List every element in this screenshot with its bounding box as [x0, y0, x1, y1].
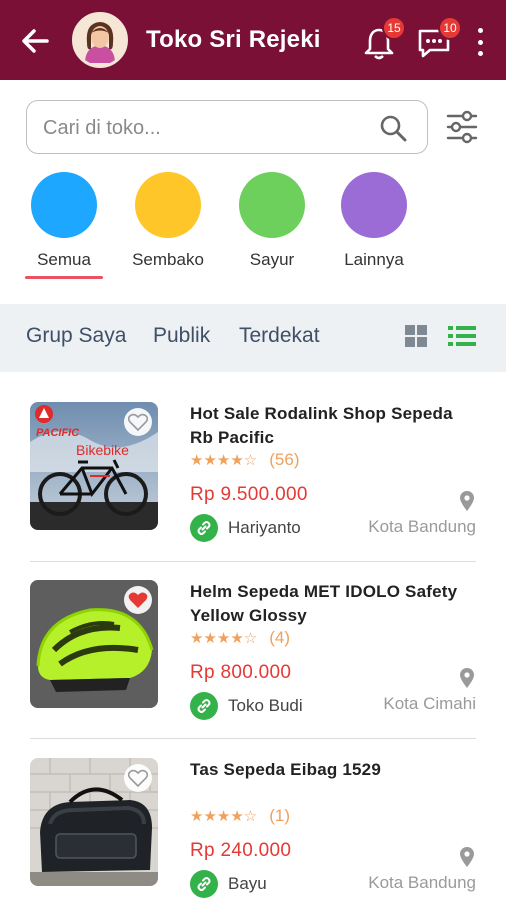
category-icon: [31, 172, 97, 238]
link-icon: [190, 514, 218, 542]
search-icon[interactable]: [379, 114, 407, 142]
category-label: Lainnya: [344, 250, 404, 269]
category-icon: [341, 172, 407, 238]
category-sembako[interactable]: Sembako: [118, 172, 218, 270]
review-count: (56): [269, 450, 300, 469]
filter-sliders-icon[interactable]: [446, 110, 478, 144]
category-semua[interactable]: Semua: [14, 172, 114, 279]
seller-name: Toko Budi: [228, 696, 303, 715]
messages-button[interactable]: 10: [416, 16, 462, 60]
woman-avatar-icon: [75, 15, 125, 65]
product-rating: ★★★★☆ (4): [190, 628, 290, 648]
more-options-button[interactable]: [470, 28, 490, 56]
list-view-icon[interactable]: [448, 324, 476, 348]
category-label: Semua: [37, 250, 91, 269]
product-image-bag[interactable]: [30, 758, 158, 886]
location-pin-icon: [460, 668, 474, 688]
notifications-button[interactable]: 15: [362, 16, 406, 60]
tab-terdekat[interactable]: Terdekat: [239, 324, 320, 348]
category-lainnya[interactable]: Lainnya: [324, 172, 424, 270]
review-count: (1): [269, 806, 291, 825]
category-sayur[interactable]: Sayur: [222, 172, 322, 270]
location-pin-icon: [460, 847, 474, 867]
review-count: (4): [269, 628, 291, 647]
filter-tabs-bar: Grup Saya Publik Terdekat: [0, 304, 506, 372]
product-image-helmet[interactable]: [30, 580, 158, 708]
avatar[interactable]: [72, 12, 128, 68]
category-icon: [135, 172, 201, 238]
favorite-button[interactable]: [124, 764, 152, 792]
seller-info[interactable]: Toko Budi: [190, 692, 303, 720]
grid-view-icon[interactable]: [404, 324, 428, 348]
divider: [30, 561, 476, 562]
product-card[interactable]: PACIFIC Bikebike Hot Sale Rodalink Shop …: [0, 402, 506, 578]
product-name[interactable]: Hot Sale Rodalink Shop Sepeda Rb Pacific: [190, 402, 480, 450]
seller-info[interactable]: Bayu: [190, 870, 267, 898]
product-name[interactable]: Helm Sepeda MET IDOLO Safety Yellow Glos…: [190, 580, 480, 628]
heart-filled-icon: [128, 592, 148, 608]
heart-outline-icon: [128, 413, 148, 431]
store-title: Toko Sri Rejeki: [146, 26, 321, 53]
product-location: Kota Bandung: [368, 517, 476, 536]
app-bar: Toko Sri Rejeki 15 10: [0, 0, 506, 80]
category-label: Sayur: [249, 250, 295, 269]
svg-text:PACIFIC: PACIFIC: [36, 427, 80, 439]
star-rating-icon: ★★★★☆: [190, 630, 258, 647]
product-card[interactable]: Tas Sepeda Eibag 1529 ★★★★☆ (1) Rp 240.00…: [0, 758, 506, 900]
product-price: Rp 9.500.000: [190, 484, 308, 505]
messages-badge: 10: [438, 16, 462, 40]
arrow-left-icon: [22, 29, 49, 53]
seller-name: Bayu: [228, 874, 267, 893]
product-card[interactable]: Helm Sepeda MET IDOLO Safety Yellow Glos…: [0, 580, 506, 756]
product-name[interactable]: Tas Sepeda Eibag 1529: [190, 758, 480, 782]
tab-publik[interactable]: Publik: [153, 324, 210, 348]
search-input[interactable]: [43, 113, 363, 143]
favorite-button[interactable]: [124, 408, 152, 436]
divider: [30, 738, 476, 739]
product-price: Rp 240.000: [190, 840, 292, 861]
image-watermark-text: Bikebike: [76, 442, 129, 458]
favorite-button[interactable]: [124, 586, 152, 614]
product-image-bicycle[interactable]: PACIFIC Bikebike: [30, 402, 158, 530]
notifications-badge: 15: [382, 16, 406, 40]
product-rating: ★★★★☆ (56): [190, 450, 299, 470]
seller-info[interactable]: Hariyanto: [190, 514, 301, 542]
back-button[interactable]: [18, 24, 52, 58]
star-rating-icon: ★★★★☆: [190, 452, 258, 469]
tab-grup-saya[interactable]: Grup Saya: [26, 324, 126, 348]
product-location: Kota Cimahi: [383, 694, 476, 713]
location-pin-icon: [460, 491, 474, 511]
product-rating: ★★★★☆ (1): [190, 806, 290, 826]
more-dots-icon: [477, 28, 483, 33]
category-list: Semua Sembako Sayur Lainnya: [0, 172, 506, 284]
product-price: Rp 800.000: [190, 662, 292, 683]
search-box[interactable]: [26, 100, 428, 154]
product-location: Kota Bandung: [368, 873, 476, 892]
link-icon: [190, 692, 218, 720]
active-category-indicator: [25, 276, 103, 279]
category-label: Sembako: [132, 250, 204, 269]
seller-name: Hariyanto: [228, 518, 301, 537]
heart-outline-icon: [128, 769, 148, 787]
star-rating-icon: ★★★★☆: [190, 808, 258, 825]
category-icon: [239, 172, 305, 238]
link-icon: [190, 870, 218, 898]
